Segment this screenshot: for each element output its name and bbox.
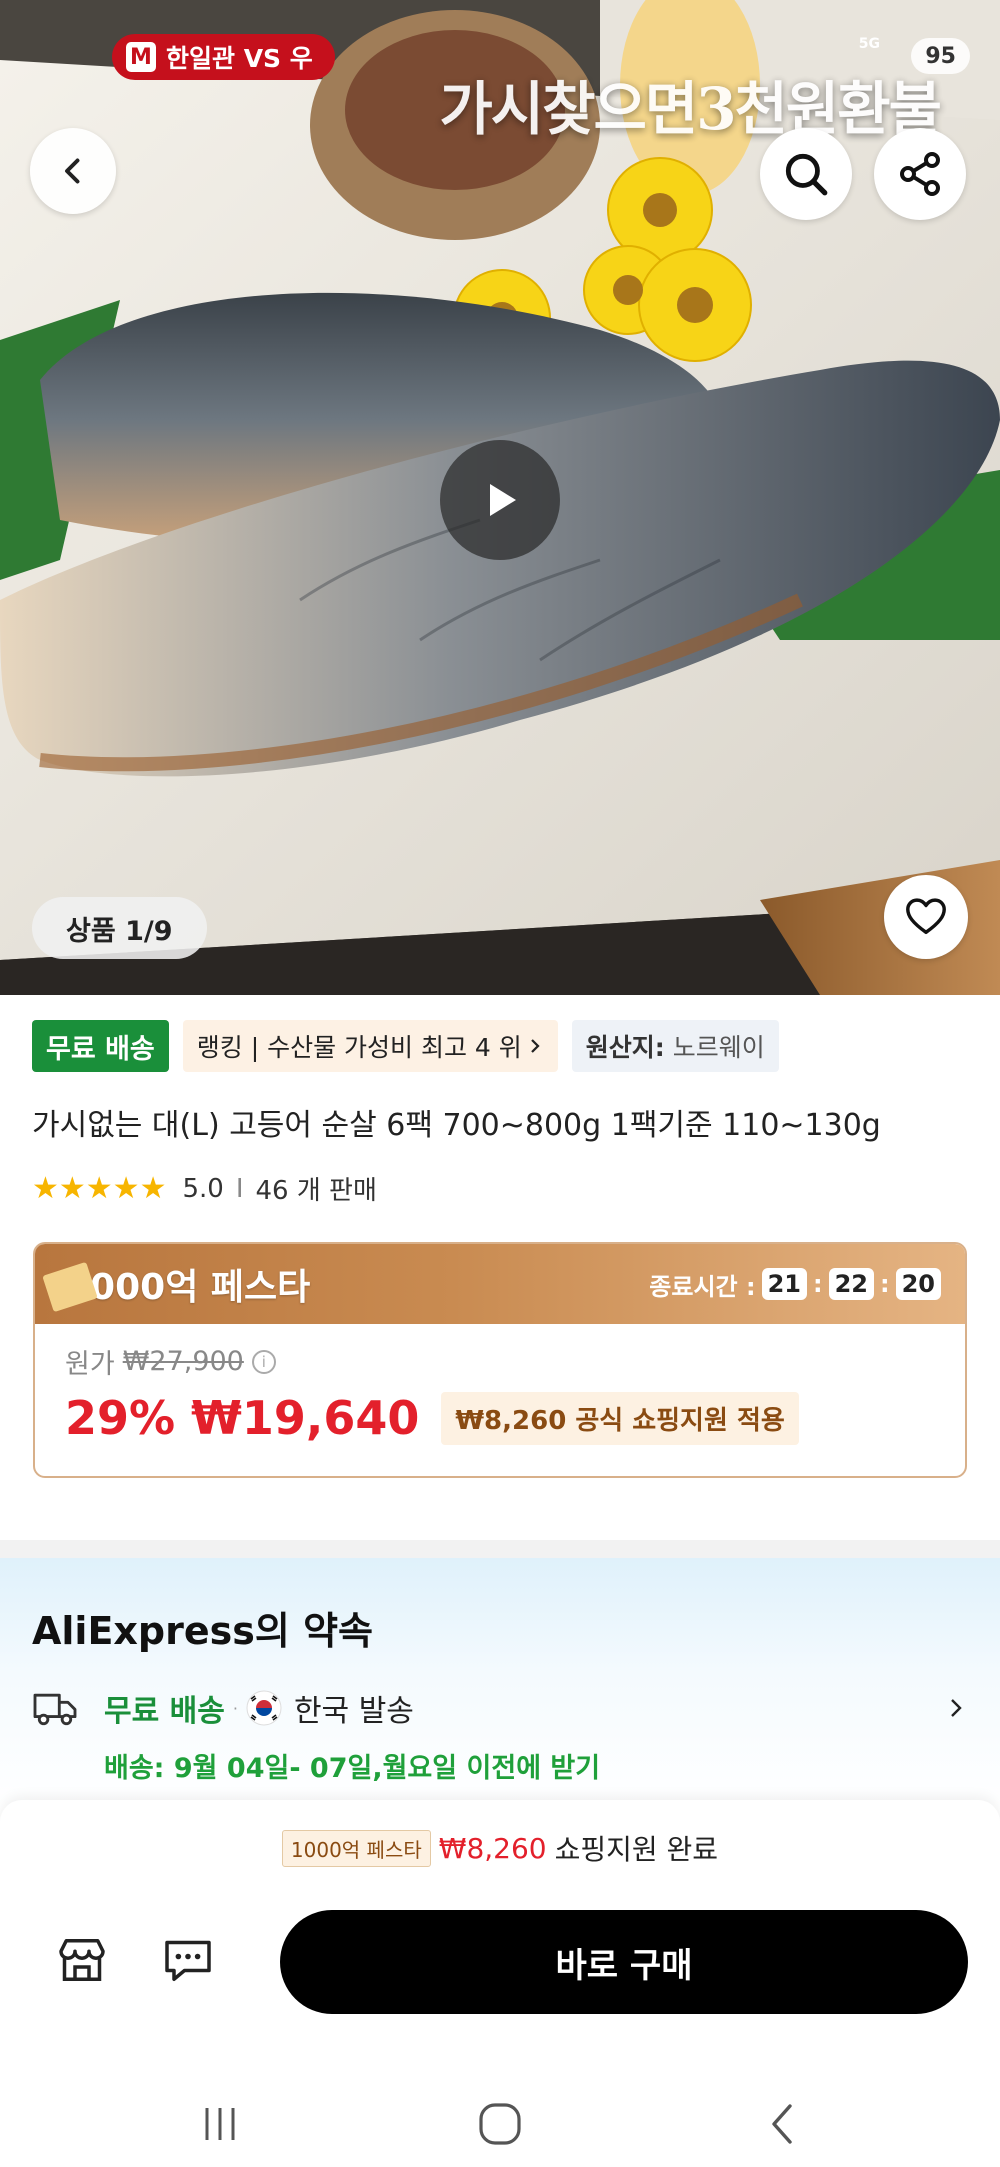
origin-value: 노르웨이 [672, 1033, 765, 1062]
chevron-right-icon [530, 1039, 540, 1053]
discount-percent: 29% [65, 1391, 176, 1445]
info-icon[interactable]: i [251, 1349, 276, 1374]
countdown-timer: 종료시간 : 21 : 22 : 20 [649, 1267, 941, 1302]
search-button[interactable] [760, 128, 852, 220]
system-navigation-bar [0, 2080, 1000, 2167]
original-price-row: 원가 ₩27,900 i [65, 1342, 935, 1381]
free-shipping-tag: 무료 배송 [32, 1020, 169, 1072]
countdown-hours: 21 [761, 1268, 807, 1300]
heart-icon [906, 898, 946, 935]
product-title: 가시없는 대(L) 고등어 순살 6팩 700~800g 1팩기준 110~13… [32, 1108, 881, 1143]
nav-back-button[interactable] [752, 2098, 812, 2150]
promo-body: 원가 ₩27,900 i 29% ₩19,640 ₩8,260 공식 쇼핑지원 … [35, 1324, 965, 1463]
status-notification-text: 한일관 VS 우 [166, 44, 313, 73]
play-icon [490, 484, 516, 516]
share-button[interactable] [874, 128, 966, 220]
origin-tag: 원산지: 노르웨이 [571, 1020, 779, 1072]
share-icon [900, 152, 940, 196]
festival-chip: 1000억 페스타 [281, 1829, 431, 1867]
ranking-label: 랭킹 | 수산물 가성비 최고 4 위 [196, 1033, 522, 1062]
star-icon: ★★★★★ [32, 1171, 167, 1206]
original-price-label: 원가 [65, 1349, 115, 1380]
shopping-support-notice: 1000억 페스타 ₩8,260 쇼핑지원 완료 [0, 1828, 1000, 1868]
support-amount: ₩8,260 [438, 1831, 547, 1865]
chat-button[interactable] [158, 1930, 218, 1990]
delivery-estimate: 배송: 9월 04일- 07일,월요일 이전에 받기 [104, 1753, 601, 1784]
home-icon [479, 2103, 521, 2145]
coupon-badge: ₩8,260 공식 쇼핑지원 적용 [441, 1391, 799, 1445]
sale-price: ₩19,640 [191, 1391, 420, 1445]
aliexpress-promise-section: AliExpress의 약속 무료 배송 · 한국 발송 배송: 9월 04일-… [0, 1558, 1000, 1808]
buy-now-button[interactable]: 바로 구매 [280, 1910, 968, 2014]
ranking-tag[interactable]: 랭킹 | 수산물 가성비 최고 4 위 [182, 1020, 558, 1072]
countdown-seconds: 20 [895, 1268, 941, 1300]
chat-icon [165, 1940, 211, 1981]
home-button[interactable] [470, 2098, 530, 2150]
recent-apps-button[interactable] [190, 2098, 250, 2150]
nav-back-icon [772, 2104, 792, 2144]
origin-label: 원산지: [585, 1033, 665, 1062]
promo-card: 1000억 페스타 종료시간 : 21 : 22 : 20 원가 ₩27,900… [33, 1242, 967, 1478]
back-button[interactable] [30, 128, 116, 214]
rating-separator: I [235, 1173, 244, 1204]
product-tags: 무료 배송 랭킹 | 수산물 가성비 최고 4 위 원산지: 노르웨이 [32, 1020, 779, 1072]
network-indicator: 5G [858, 36, 880, 52]
m-logo-icon: M [126, 42, 156, 72]
support-text: 쇼핑지원 완료 [554, 1833, 719, 1866]
ships-from: 한국 발송 [293, 1694, 414, 1729]
promise-title: AliExpress의 약속 [32, 1609, 373, 1653]
truck-icon [33, 1693, 77, 1726]
image-counter: 상품 1/9 [32, 897, 207, 959]
countdown-label: 종료시간 : [649, 1272, 756, 1301]
product-image-carousel[interactable]: M 한일관 VS 우 5G 95 가시찾으면3천원환불 상품 1/9 [0, 0, 1000, 995]
rating-value: 5.0 [182, 1173, 224, 1204]
store-icon [59, 1939, 105, 1981]
section-divider [0, 1540, 1000, 1558]
promo-header: 1000억 페스타 종료시간 : 21 : 22 : 20 [35, 1244, 965, 1324]
search-icon [785, 153, 828, 196]
festival-title: 1000억 페스타 [65, 1267, 311, 1308]
chevron-right-icon [951, 1699, 962, 1717]
wishlist-button[interactable] [884, 875, 968, 959]
play-video-button[interactable] [440, 440, 560, 560]
original-price: ₩27,900 [122, 1346, 244, 1377]
korea-flag-icon [246, 1690, 282, 1726]
image-caption-overlay: 가시찾으면3천원환불 [439, 75, 942, 143]
recent-apps-icon [205, 2108, 235, 2140]
bottom-action-bar: 1000억 페스타 ₩8,260 쇼핑지원 완료 바로 구매 [0, 1800, 1000, 2080]
countdown-minutes: 22 [828, 1268, 874, 1300]
rating-row[interactable]: ★★★★★ 5.0 I 46 개 판매 [32, 1170, 377, 1207]
separator-dot: · [232, 1698, 238, 1718]
back-icon [65, 158, 80, 184]
sold-count: 46 개 판매 [255, 1176, 377, 1206]
shipping-row[interactable]: 무료 배송 · 한국 발송 [32, 1686, 968, 1730]
status-notification-pill: M 한일관 VS 우 [112, 34, 335, 80]
store-button[interactable] [52, 1930, 112, 1990]
price-row: 29% ₩19,640 ₩8,260 공식 쇼핑지원 적용 [65, 1391, 935, 1445]
free-shipping-label: 무료 배송 [104, 1694, 225, 1729]
